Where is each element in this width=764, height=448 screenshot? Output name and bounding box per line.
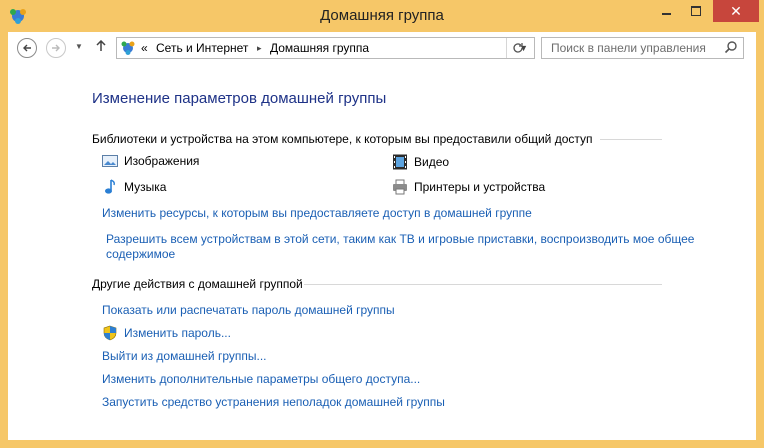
show-password-link[interactable]: Показать или распечатать пароль домашней… <box>102 303 395 317</box>
minimize-button[interactable] <box>653 0 680 22</box>
refresh-icon <box>513 43 523 53</box>
advanced-sharing-link[interactable]: Изменить дополнительные параметры общего… <box>102 372 420 386</box>
up-arrow-icon <box>96 39 106 51</box>
client-area: ▼ « Сеть и Интернет ▸ Домашняя группа ▼ <box>8 32 756 440</box>
forward-arrow-icon <box>52 44 60 52</box>
breadcrumb-homegroup[interactable]: Домашняя группа <box>270 38 369 58</box>
pictures-icon <box>102 155 118 167</box>
close-icon: ✕ <box>730 2 742 19</box>
change-resources-link[interactable]: Изменить ресурсы, к которым вы предостав… <box>102 206 532 220</box>
other-section-title: Другие действия с домашней группой <box>92 277 303 291</box>
shield-icon <box>103 325 117 341</box>
window-title: Домашняя группа <box>320 7 444 24</box>
forward-button[interactable] <box>46 38 66 58</box>
breadcrumb-prefix[interactable]: « <box>141 38 148 58</box>
printer-icon <box>393 179 407 195</box>
breadcrumb-network[interactable]: Сеть и Интернет <box>156 38 248 58</box>
back-button[interactable] <box>17 38 37 58</box>
refresh-button[interactable] <box>506 38 529 58</box>
library-pictures: Изображения <box>102 154 199 168</box>
library-printers: Принтеры и устройства <box>392 179 545 195</box>
address-bar: ▼ « Сеть и Интернет ▸ Домашняя группа ▼ <box>8 32 756 66</box>
leave-homegroup-link[interactable]: Выйти из домашней группы... <box>102 349 267 363</box>
up-button[interactable] <box>96 39 106 55</box>
breadcrumb-separator[interactable]: ▸ <box>257 38 262 58</box>
minimize-icon <box>662 13 671 15</box>
address-path[interactable]: « Сеть и Интернет ▸ Домашняя группа ▼ <box>116 37 535 59</box>
page-title: Изменение параметров домашней группы <box>92 90 387 107</box>
close-button[interactable]: ✕ <box>713 0 759 22</box>
library-video: Видео <box>392 154 449 170</box>
network-icon <box>121 41 135 55</box>
search-placeholder: Поиск в панели управления <box>551 41 706 55</box>
search-input[interactable]: Поиск в панели управления <box>541 37 744 59</box>
maximize-button[interactable] <box>682 0 709 22</box>
video-icon <box>393 154 407 170</box>
recent-locations-dropdown[interactable]: ▼ <box>75 42 83 51</box>
music-icon <box>105 179 115 194</box>
section-divider <box>304 284 662 285</box>
libraries-section-title: Библиотеки и устройства на этом компьюте… <box>92 132 593 146</box>
allow-devices-link[interactable]: Разрешить всем устройствам в этой сети, … <box>106 232 706 262</box>
change-password-item[interactable]: Изменить пароль... <box>102 325 231 341</box>
main-content: Изменение параметров домашней группы Биб… <box>8 66 756 440</box>
library-music: Музыка <box>102 179 166 195</box>
window: Домашняя группа ✕ ▼ « Сеть и Интернет ▸ … <box>0 0 764 448</box>
change-password-link[interactable]: Изменить пароль... <box>124 326 231 340</box>
title-bar[interactable]: Домашняя группа ✕ <box>0 0 764 32</box>
section-divider <box>600 139 662 140</box>
back-arrow-icon <box>23 44 31 52</box>
search-icon[interactable] <box>724 40 738 54</box>
troubleshoot-link[interactable]: Запустить средство устранения неполадок … <box>102 395 445 409</box>
maximize-icon <box>690 6 701 16</box>
